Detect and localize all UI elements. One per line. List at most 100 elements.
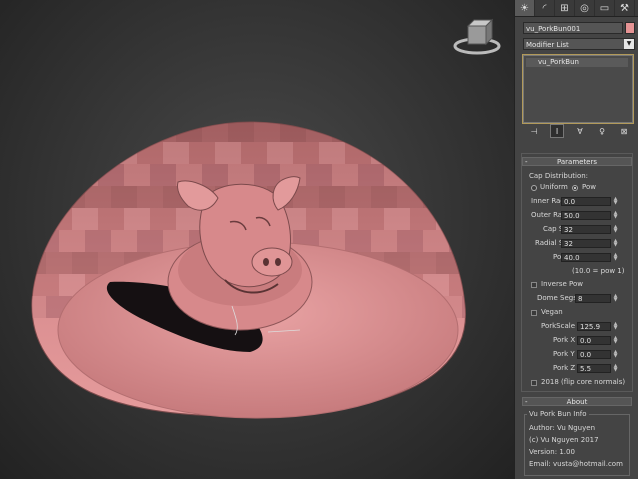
panel-tabbar: ☀ ◜ ⊞ ◎ ▭ ⚒ <box>515 0 638 17</box>
dome-facet <box>124 122 150 142</box>
hierarchy-tab-icon[interactable]: ⊞ <box>555 0 575 16</box>
dome-facet <box>449 142 466 164</box>
dome-facet <box>423 142 449 164</box>
cap-segs-spinner[interactable]: 32 <box>561 225 611 234</box>
modifier-stack: vu_PorkBun <box>522 54 634 124</box>
dome-facet <box>449 230 466 252</box>
vegan-checkbox[interactable] <box>531 310 537 316</box>
pow-label: Pow <box>582 183 596 191</box>
dome-facet <box>33 142 59 164</box>
radial-segs-spinner[interactable]: 32 <box>561 239 611 248</box>
spinner-arrows-icon[interactable]: ▲ ▼ <box>612 211 619 220</box>
spinner-arrows-icon[interactable]: ▲ ▼ <box>612 225 619 234</box>
make-unique-icon[interactable]: ∀ <box>574 125 586 137</box>
dome-facet <box>33 230 59 252</box>
scene-render <box>31 18 501 419</box>
pork-z-spinner[interactable]: 5.5 <box>577 364 611 373</box>
dome-facet <box>332 164 358 186</box>
dome-facet <box>85 230 111 252</box>
dome-facet <box>371 186 397 208</box>
vegan-label: Vegan <box>541 308 563 316</box>
dome-facet <box>98 164 124 186</box>
modifier-list-dropdown[interactable]: Modifier List ▼ <box>523 38 635 50</box>
dome-facet <box>59 142 85 164</box>
dome-facet <box>345 186 371 208</box>
power-note: (10.0 = pow 1) <box>572 267 625 275</box>
pork-y-spinner[interactable]: 0.0 <box>577 350 611 359</box>
power-spinner[interactable]: 40.0 <box>561 253 611 262</box>
object-color-swatch[interactable] <box>625 22 635 34</box>
dome-facet <box>31 208 46 230</box>
utilities-tab-hammer-icon[interactable]: ⚒ <box>615 0 635 16</box>
uniform-radio[interactable] <box>531 185 537 191</box>
dome-facet <box>293 142 319 164</box>
dome-facet <box>241 142 267 164</box>
pin-stack-icon[interactable]: ⊣ <box>528 125 540 137</box>
spinner-arrows-icon[interactable]: ▲ ▼ <box>612 239 619 248</box>
dome-facet <box>150 122 176 142</box>
motion-tab-icon[interactable]: ◎ <box>575 0 595 16</box>
pow-radio[interactable] <box>572 185 578 191</box>
dome-facet <box>267 142 293 164</box>
dome-facet <box>72 252 98 274</box>
spinner-arrows-icon[interactable]: ▲ ▼ <box>612 294 619 303</box>
dome-facet <box>33 274 59 296</box>
dome-facet <box>436 252 462 274</box>
outer-radius-spinner[interactable]: 50.0 <box>561 211 611 220</box>
dome-facet <box>85 186 111 208</box>
dome-facet <box>306 122 332 142</box>
pork-x-label: Pork X <box>553 336 576 344</box>
create-tab-sun-icon[interactable]: ☀ <box>515 0 535 16</box>
cap-distribution-label: Cap Distribution: <box>529 172 589 180</box>
dome-facet <box>137 186 163 208</box>
dome-facet <box>423 230 449 252</box>
pork-y-label: Pork Y <box>553 350 575 358</box>
modify-tab-curve-icon[interactable]: ◜ <box>535 0 555 16</box>
dome-facet <box>462 122 466 142</box>
pork-x-spinner[interactable]: 0.0 <box>577 336 611 345</box>
dome-facet <box>475 274 501 296</box>
configure-sets-icon[interactable]: ⊠ <box>618 125 630 137</box>
dome-facet <box>436 164 462 186</box>
dome-facet <box>72 208 98 230</box>
dome-segs-spinner[interactable]: 8 <box>575 294 611 303</box>
dome-facet <box>176 208 202 230</box>
spinner-arrows-icon[interactable]: ▲ ▼ <box>612 336 619 345</box>
viewport[interactable] <box>0 0 514 479</box>
dome-facet <box>358 208 384 230</box>
dome-facet <box>397 230 423 252</box>
spinner-arrows-icon[interactable]: ▲ ▼ <box>612 322 619 331</box>
dome-facet <box>345 230 371 252</box>
show-end-result-icon[interactable]: I <box>550 124 564 138</box>
stack-item-vu-porkbun[interactable]: vu_PorkBun <box>526 58 628 67</box>
dome-facet <box>189 142 215 164</box>
spinner-arrows-icon[interactable]: ▲ ▼ <box>612 197 619 206</box>
dome-facet <box>59 186 85 208</box>
dome-facet <box>228 122 254 142</box>
spinner-arrows-icon[interactable]: ▲ ▼ <box>612 364 619 373</box>
dome-facet <box>358 164 384 186</box>
dome-facet <box>319 186 345 208</box>
dome-facet <box>59 230 85 252</box>
pork-scale-spinner[interactable]: 125.9 <box>577 322 611 331</box>
inner-radius-spinner[interactable]: 0.0 <box>561 197 611 206</box>
dome-facet <box>215 142 241 164</box>
object-name-field[interactable]: vu_PorkBun001 <box>523 22 623 34</box>
dome-facet <box>98 208 124 230</box>
pork-scale-label: PorkScale <box>541 322 576 330</box>
display-tab-icon[interactable]: ▭ <box>595 0 615 16</box>
uniform-label: Uniform <box>540 183 568 191</box>
viewcube-icon[interactable] <box>453 18 501 55</box>
inverse-pow-checkbox[interactable] <box>531 282 537 288</box>
dome-facet <box>111 186 137 208</box>
spinner-arrows-icon[interactable]: ▲ ▼ <box>612 253 619 262</box>
spinner-arrows-icon[interactable]: ▲ ▼ <box>612 350 619 359</box>
dome-facet <box>384 122 410 142</box>
flip-core-normals-checkbox[interactable] <box>531 380 537 386</box>
dome-facet <box>163 142 189 164</box>
flip-core-normals-label: 2018 (flip core normals) <box>541 378 626 386</box>
pork-z-label: Pork Z <box>553 364 576 372</box>
about-rollout-header[interactable]: - About <box>522 397 632 406</box>
dome-facet <box>397 186 423 208</box>
remove-modifier-icon[interactable]: ♀ <box>596 125 608 137</box>
